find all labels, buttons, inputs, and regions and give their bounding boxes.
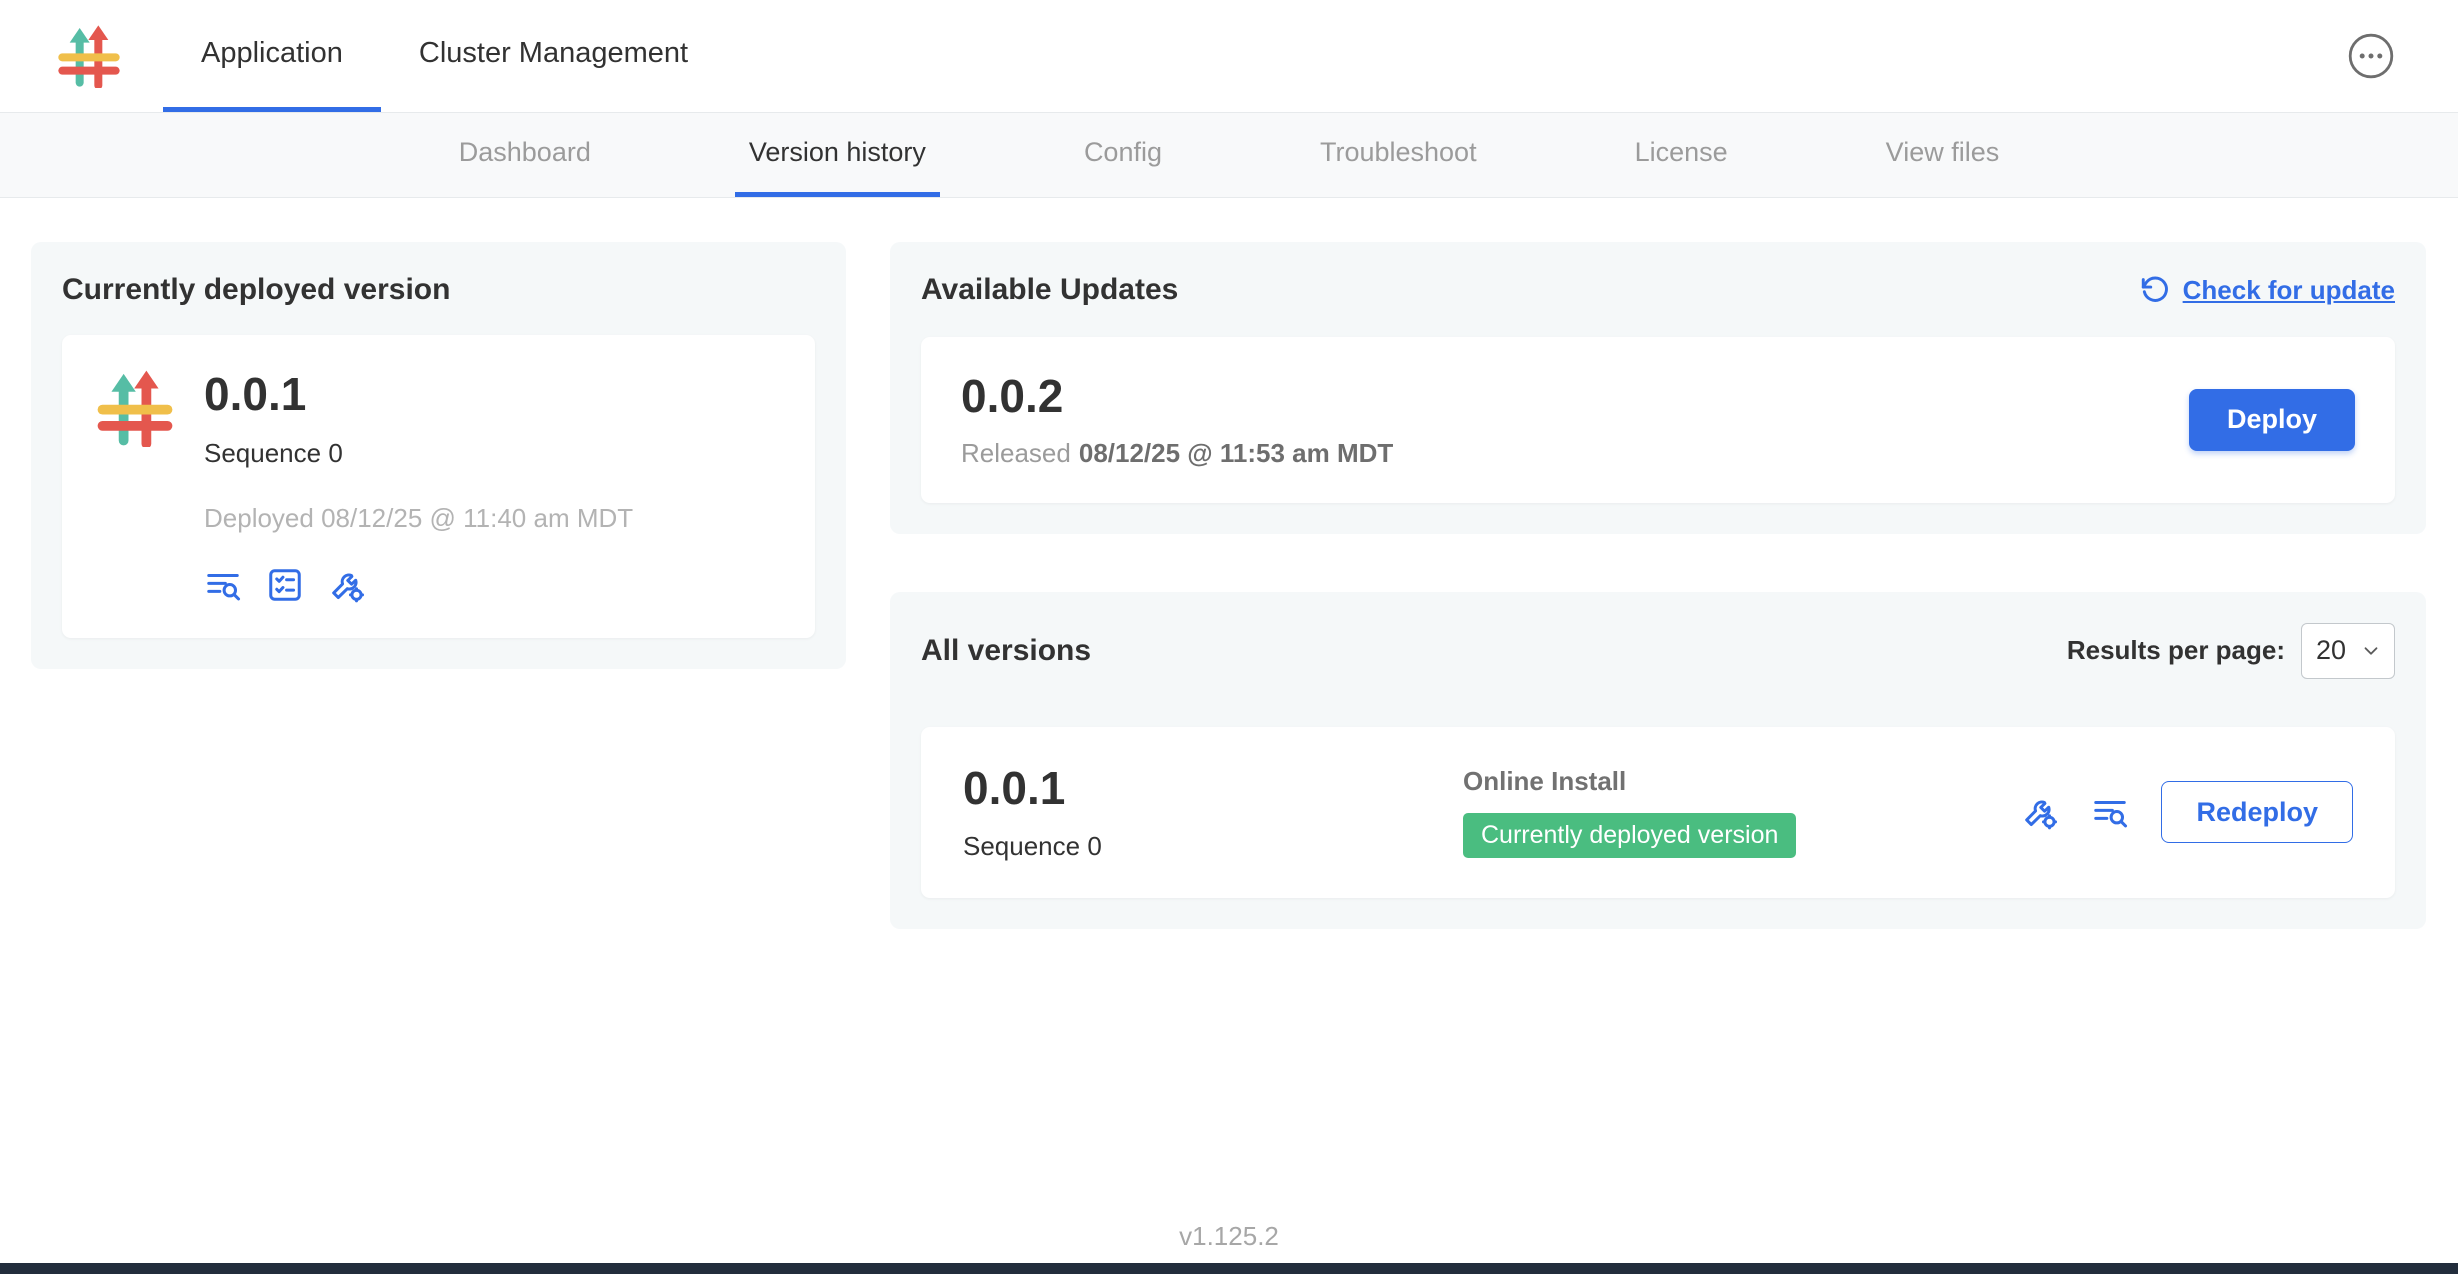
released-label: Released xyxy=(961,438,1071,468)
update-released-line: Released 08/12/25 @ 11:53 am MDT xyxy=(961,438,1393,469)
results-per-page-label: Results per page: xyxy=(2067,635,2285,666)
version-row-status: Online Install Currently deployed versio… xyxy=(1463,766,2021,858)
subnav-version-history-label: Version history xyxy=(749,137,926,168)
console-version: v1.125.2 xyxy=(0,1221,2458,1252)
subnav-config[interactable]: Config xyxy=(1070,113,1176,197)
app-logo xyxy=(0,0,163,112)
app-logo-icon xyxy=(57,24,121,88)
app-version-icon xyxy=(96,369,174,604)
check-for-update-link[interactable]: Check for update xyxy=(2183,275,2395,306)
deployed-version-number: 0.0.1 xyxy=(204,369,633,420)
right-column: Available Updates Check for update xyxy=(890,242,2426,929)
primary-tabs: Application Cluster Management xyxy=(163,0,726,112)
bottom-dark-bar xyxy=(0,1263,2458,1274)
tab-cluster-management[interactable]: Cluster Management xyxy=(381,0,726,112)
update-info: 0.0.2 Released 08/12/25 @ 11:53 am MDT xyxy=(961,371,1393,469)
tab-application-label: Application xyxy=(201,37,343,70)
row-version-number: 0.0.1 xyxy=(963,763,1463,814)
release-notes-search-icon[interactable] xyxy=(2091,793,2129,831)
subnav-dashboard-label: Dashboard xyxy=(459,137,591,168)
deployed-action-icons xyxy=(204,566,633,604)
currently-deployed-title: Currently deployed version xyxy=(62,273,815,307)
install-type-label: Online Install xyxy=(1463,766,2021,797)
available-updates-card: Available Updates Check for update xyxy=(890,242,2426,534)
deployed-sequence: Sequence 0 xyxy=(204,438,633,469)
refresh-icon xyxy=(2139,274,2171,306)
update-row: 0.0.2 Released 08/12/25 @ 11:53 am MDT De… xyxy=(921,337,2395,503)
version-row-info: 0.0.1 Sequence 0 xyxy=(963,763,1463,863)
subnav-config-label: Config xyxy=(1084,137,1162,168)
released-timestamp: 08/12/25 @ 11:53 am MDT xyxy=(1079,438,1393,468)
available-updates-header: Available Updates Check for update xyxy=(921,273,2395,307)
subnav-dashboard[interactable]: Dashboard xyxy=(445,113,605,197)
results-per-page-select[interactable]: 20 xyxy=(2301,623,2395,679)
version-row: 0.0.1 Sequence 0 Online Install Currentl… xyxy=(921,727,2395,899)
header-right xyxy=(2347,0,2458,112)
subnav-version-history[interactable]: Version history xyxy=(735,113,940,197)
redeploy-button[interactable]: Redeploy xyxy=(2161,781,2353,843)
subnav-license[interactable]: License xyxy=(1621,113,1742,197)
page: Application Cluster Management Dashboard… xyxy=(0,0,2458,1274)
results-per-page: Results per page: 20 xyxy=(2067,623,2395,679)
tab-application[interactable]: Application xyxy=(163,0,381,112)
release-notes-search-icon[interactable] xyxy=(204,566,242,604)
preflight-checklist-icon[interactable] xyxy=(266,566,304,604)
version-row-actions: Redeploy xyxy=(2021,781,2353,843)
check-for-update[interactable]: Check for update xyxy=(2139,274,2395,306)
subnav-view-files[interactable]: View files xyxy=(1872,113,2014,197)
subnav-view-files-label: View files xyxy=(1886,137,2000,168)
deployed-timestamp: Deployed 08/12/25 @ 11:40 am MDT xyxy=(204,503,633,534)
update-version-number: 0.0.2 xyxy=(961,371,1393,422)
app-subnav: Dashboard Version history Config Trouble… xyxy=(0,113,2458,198)
subnav-troubleshoot[interactable]: Troubleshoot xyxy=(1306,113,1491,197)
currently-deployed-card: Currently deployed version xyxy=(31,242,846,669)
currently-deployed-badge: Currently deployed version xyxy=(1463,813,1796,858)
tab-cluster-management-label: Cluster Management xyxy=(419,37,688,70)
all-versions-card: All versions Results per page: 20 0.0 xyxy=(890,592,2426,930)
available-updates-title: Available Updates xyxy=(921,273,1178,307)
all-versions-title: All versions xyxy=(921,634,1091,668)
deploy-button[interactable]: Deploy xyxy=(2189,389,2355,451)
config-wrench-gear-icon[interactable] xyxy=(328,566,366,604)
chevron-down-icon xyxy=(2360,640,2382,662)
main-content: Currently deployed version xyxy=(0,198,2458,929)
more-menu-icon[interactable] xyxy=(2347,32,2395,80)
subnav-license-label: License xyxy=(1635,137,1728,168)
config-wrench-gear-icon[interactable] xyxy=(2021,793,2059,831)
row-sequence: Sequence 0 xyxy=(963,831,1463,862)
all-versions-header: All versions Results per page: 20 xyxy=(921,623,2395,679)
top-nav-bar: Application Cluster Management xyxy=(0,0,2458,113)
deployed-version-card: 0.0.1 Sequence 0 Deployed 08/12/25 @ 11:… xyxy=(62,335,815,638)
left-column: Currently deployed version xyxy=(31,242,846,669)
subnav-troubleshoot-label: Troubleshoot xyxy=(1320,137,1477,168)
results-per-page-value: 20 xyxy=(2316,635,2346,666)
deployed-version-info: 0.0.1 Sequence 0 Deployed 08/12/25 @ 11:… xyxy=(204,369,633,604)
